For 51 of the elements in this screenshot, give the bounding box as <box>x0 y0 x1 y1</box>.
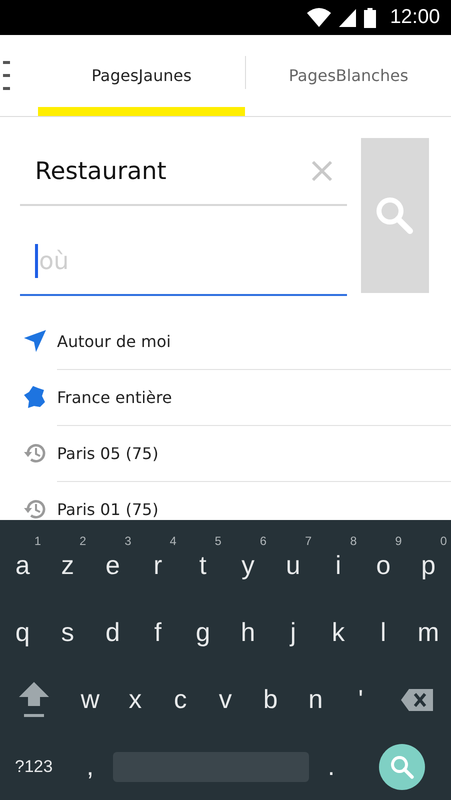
key[interactable]: 8 i <box>316 538 361 594</box>
key[interactable]: 2 z <box>45 538 90 594</box>
key[interactable]: q <box>0 604 46 660</box>
key[interactable]: j <box>270 604 316 660</box>
tab[interactable]: PagesJaunes <box>38 35 245 116</box>
key[interactable]: ' <box>338 672 384 728</box>
signal-icon <box>338 8 356 26</box>
key[interactable]: 4 r <box>135 538 180 594</box>
key[interactable]: 9 o <box>360 538 406 594</box>
key[interactable]: 0 p <box>406 538 451 594</box>
key[interactable]: g <box>180 604 226 660</box>
key[interactable]: , <box>68 738 113 794</box>
key[interactable]: n <box>293 672 338 728</box>
key[interactable]: d <box>90 604 136 660</box>
key[interactable]: h <box>225 604 271 660</box>
battery-icon <box>364 8 376 28</box>
search-field[interactable]: Restaurant <box>20 138 347 206</box>
search-key[interactable] <box>379 744 426 790</box>
key[interactable]: b <box>248 672 294 728</box>
key[interactable]: m <box>406 604 451 660</box>
key[interactable]: l <box>360 604 406 660</box>
search-icon <box>375 196 415 236</box>
key[interactable]: 5 t <box>180 538 226 594</box>
shift-icon[interactable] <box>18 682 49 718</box>
key[interactable]: f <box>135 604 180 660</box>
history-icon <box>24 498 46 520</box>
search-icon <box>390 754 414 778</box>
history-icon <box>24 442 46 464</box>
symbols-key[interactable]: ?123 <box>0 738 68 794</box>
key[interactable]: 1 a <box>0 538 46 594</box>
key[interactable]: k <box>316 604 361 660</box>
wifi-icon <box>306 8 331 27</box>
backspace-icon[interactable] <box>401 688 434 710</box>
key[interactable]: . <box>308 738 354 794</box>
suggestion-item[interactable]: Paris 05 (75) <box>0 425 451 481</box>
map-icon <box>24 386 46 408</box>
key[interactable]: w <box>68 672 113 728</box>
navigation-arrow-icon <box>24 330 46 352</box>
key[interactable]: 3 e <box>90 538 136 594</box>
key[interactable]: 6 y <box>225 538 271 594</box>
menu-icon[interactable] <box>3 60 10 90</box>
key[interactable]: v <box>202 672 248 728</box>
key[interactable]: s <box>45 604 90 660</box>
key[interactable]: c <box>158 672 203 728</box>
clock: 12:00 <box>390 6 440 29</box>
suggestion-item[interactable]: Paris 01 (75) <box>0 481 451 520</box>
key[interactable]: x <box>112 672 158 728</box>
tab[interactable]: PagesBlanches <box>246 35 451 116</box>
key[interactable]: 7 u <box>270 538 316 594</box>
suggestion-item[interactable]: Autour de moi <box>0 313 451 369</box>
suggestion-item[interactable]: France entière <box>0 369 451 425</box>
